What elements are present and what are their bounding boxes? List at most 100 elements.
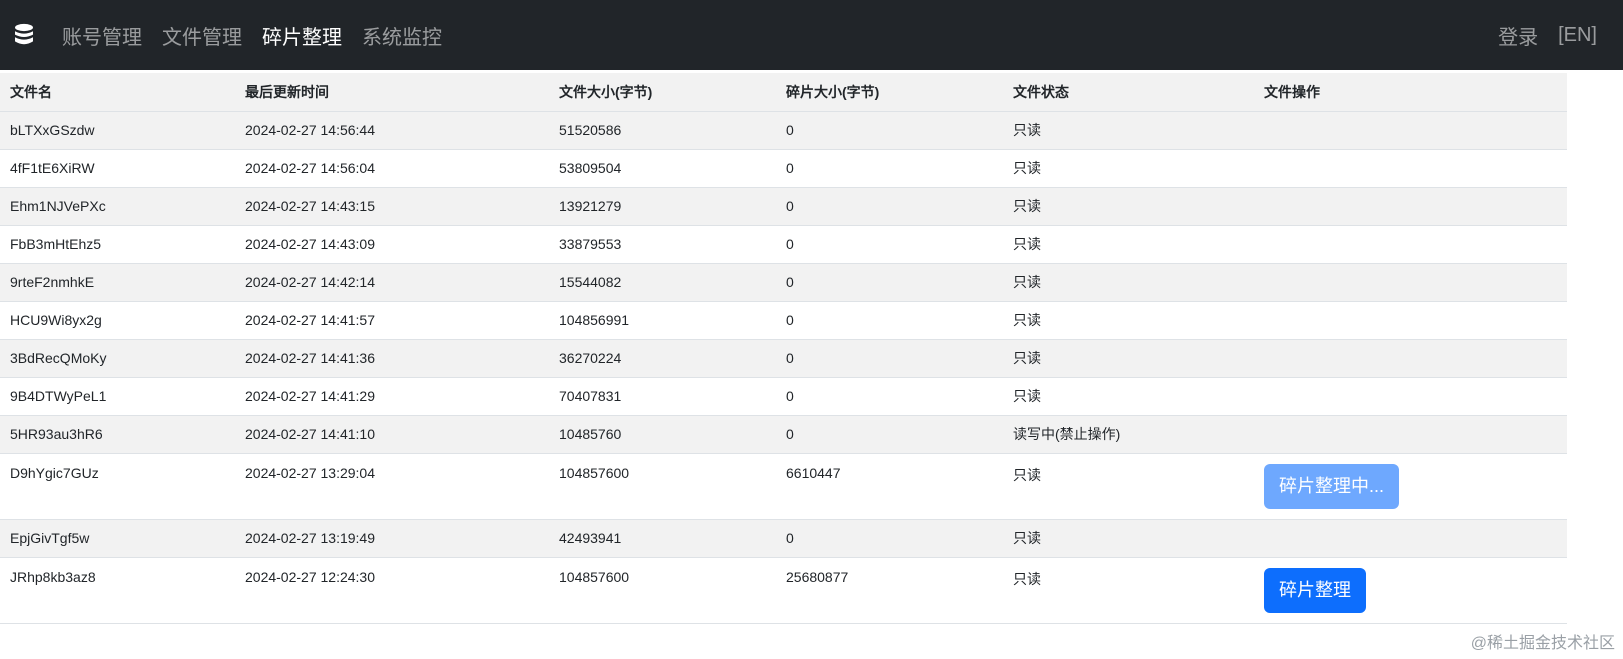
table-row: FbB3mHtEhz5 2024-02-27 14:43:09 33879553… xyxy=(0,225,1567,264)
cell-fragment-size: 0 xyxy=(776,415,1003,454)
file-table-container: 文件名 最后更新时间 文件大小(字节) 碎片大小(字节) 文件状态 文件操作 b… xyxy=(0,73,1567,624)
cell-size: 51520586 xyxy=(549,111,776,150)
cell-status: 读写中(禁止操作) xyxy=(1003,415,1254,454)
cell-filename: FbB3mHtEhz5 xyxy=(0,225,235,264)
cell-action xyxy=(1254,187,1567,226)
nav-link-defrag[interactable]: 碎片整理 xyxy=(262,21,342,50)
cell-filename: D9hYgic7GUz xyxy=(0,453,235,520)
cell-action xyxy=(1254,301,1567,340)
cell-updated: 2024-02-27 14:41:57 xyxy=(235,301,549,340)
cell-updated: 2024-02-27 14:41:36 xyxy=(235,339,549,378)
cell-size: 15544082 xyxy=(549,263,776,302)
cell-fragment-size: 0 xyxy=(776,519,1003,558)
language-toggle[interactable]: [EN] xyxy=(1558,24,1597,47)
table-row: 5HR93au3hR6 2024-02-27 14:41:10 10485760… xyxy=(0,415,1567,454)
cell-filename: HCU9Wi8yx2g xyxy=(0,301,235,340)
cell-status: 只读 xyxy=(1003,301,1254,340)
cell-updated: 2024-02-27 12:24:30 xyxy=(235,557,549,624)
cell-action xyxy=(1254,415,1567,454)
cell-filename: bLTXxGSzdw xyxy=(0,111,235,150)
cell-size: 13921279 xyxy=(549,187,776,226)
cell-status: 只读 xyxy=(1003,149,1254,188)
cell-fragment-size: 0 xyxy=(776,301,1003,340)
cell-size: 36270224 xyxy=(549,339,776,378)
cell-filename: 9B4DTWyPeL1 xyxy=(0,377,235,416)
table-row: 3BdRecQMoKy 2024-02-27 14:41:36 36270224… xyxy=(0,339,1567,378)
cell-fragment-size: 0 xyxy=(776,111,1003,150)
cell-status: 只读 xyxy=(1003,225,1254,264)
cell-updated: 2024-02-27 14:43:09 xyxy=(235,225,549,264)
cell-size: 104856991 xyxy=(549,301,776,340)
header-status: 文件状态 xyxy=(1003,73,1254,112)
database-icon[interactable] xyxy=(14,22,36,48)
table-header-row: 文件名 最后更新时间 文件大小(字节) 碎片大小(字节) 文件状态 文件操作 xyxy=(0,73,1567,112)
cell-action xyxy=(1254,225,1567,264)
cell-updated: 2024-02-27 14:41:29 xyxy=(235,377,549,416)
cell-action xyxy=(1254,149,1567,188)
cell-size: 53809504 xyxy=(549,149,776,188)
cell-filename: Ehm1NJVePXc xyxy=(0,187,235,226)
cell-updated: 2024-02-27 14:56:44 xyxy=(235,111,549,150)
navbar: 账号管理 文件管理 碎片整理 系统监控 登录 [EN] xyxy=(0,0,1623,70)
nav-link-files[interactable]: 文件管理 xyxy=(162,21,242,50)
cell-action: 碎片整理中... xyxy=(1254,453,1567,520)
cell-status: 只读 xyxy=(1003,453,1254,520)
cell-updated: 2024-02-27 14:41:10 xyxy=(235,415,549,454)
cell-updated: 2024-02-27 13:19:49 xyxy=(235,519,549,558)
header-size: 文件大小(字节) xyxy=(549,73,776,112)
cell-status: 只读 xyxy=(1003,519,1254,558)
cell-fragment-size: 0 xyxy=(776,339,1003,378)
cell-size: 33879553 xyxy=(549,225,776,264)
cell-fragment-size: 0 xyxy=(776,377,1003,416)
cell-fragment-size: 0 xyxy=(776,263,1003,302)
table-row: 4fF1tE6XiRW 2024-02-27 14:56:04 53809504… xyxy=(0,149,1567,188)
watermark: @稀土掘金技术社区 xyxy=(1470,635,1615,652)
cell-status: 只读 xyxy=(1003,111,1254,150)
cell-action xyxy=(1254,377,1567,416)
cell-filename: 4fF1tE6XiRW xyxy=(0,149,235,188)
cell-filename: 5HR93au3hR6 xyxy=(0,415,235,454)
cell-updated: 2024-02-27 13:29:04 xyxy=(235,453,549,520)
cell-action xyxy=(1254,519,1567,558)
cell-fragment-size: 25680877 xyxy=(776,557,1003,624)
table-row: EpjGivTgf5w 2024-02-27 13:19:49 42493941… xyxy=(0,519,1567,558)
nav-link-monitor[interactable]: 系统监控 xyxy=(362,21,442,50)
cell-size: 104857600 xyxy=(549,557,776,624)
cell-fragment-size: 0 xyxy=(776,187,1003,226)
cell-action xyxy=(1254,111,1567,150)
cell-fragment-size: 6610447 xyxy=(776,453,1003,520)
cell-status: 只读 xyxy=(1003,339,1254,378)
cell-updated: 2024-02-27 14:43:15 xyxy=(235,187,549,226)
cell-size: 42493941 xyxy=(549,519,776,558)
nav-link-accounts[interactable]: 账号管理 xyxy=(62,21,142,50)
cell-filename: JRhp8kb3az8 xyxy=(0,557,235,624)
cell-fragment-size: 0 xyxy=(776,225,1003,264)
cell-status: 只读 xyxy=(1003,263,1254,302)
nav-links: 账号管理 文件管理 碎片整理 系统监控 xyxy=(62,21,462,50)
table-row: bLTXxGSzdw 2024-02-27 14:56:44 51520586 … xyxy=(0,111,1567,150)
nav-right: 登录 [EN] xyxy=(1478,21,1609,50)
cell-size: 70407831 xyxy=(549,377,776,416)
cell-status: 只读 xyxy=(1003,377,1254,416)
cell-filename: EpjGivTgf5w xyxy=(0,519,235,558)
header-updated: 最后更新时间 xyxy=(235,73,549,112)
cell-filename: 3BdRecQMoKy xyxy=(0,339,235,378)
cell-updated: 2024-02-27 14:42:14 xyxy=(235,263,549,302)
table-row: 9B4DTWyPeL1 2024-02-27 14:41:29 70407831… xyxy=(0,377,1567,416)
defragmenting-button: 碎片整理中... xyxy=(1264,463,1400,509)
cell-size: 10485760 xyxy=(549,415,776,454)
header-fragment-size: 碎片大小(字节) xyxy=(776,73,1003,112)
table-row: Ehm1NJVePXc 2024-02-27 14:43:15 13921279… xyxy=(0,187,1567,226)
header-action: 文件操作 xyxy=(1254,73,1567,112)
cell-status: 只读 xyxy=(1003,187,1254,226)
cell-status: 只读 xyxy=(1003,557,1254,624)
table-row: JRhp8kb3az8 2024-02-27 12:24:30 10485760… xyxy=(0,557,1567,624)
table-row: D9hYgic7GUz 2024-02-27 13:29:04 10485760… xyxy=(0,453,1567,520)
cell-action: 碎片整理 xyxy=(1254,557,1567,624)
login-link[interactable]: 登录 xyxy=(1498,21,1538,50)
table-row: 9rteF2nmhkE 2024-02-27 14:42:14 15544082… xyxy=(0,263,1567,302)
defragment-button[interactable]: 碎片整理 xyxy=(1264,567,1366,613)
header-filename: 文件名 xyxy=(0,73,235,112)
cell-action xyxy=(1254,339,1567,378)
table-row: HCU9Wi8yx2g 2024-02-27 14:41:57 10485699… xyxy=(0,301,1567,340)
